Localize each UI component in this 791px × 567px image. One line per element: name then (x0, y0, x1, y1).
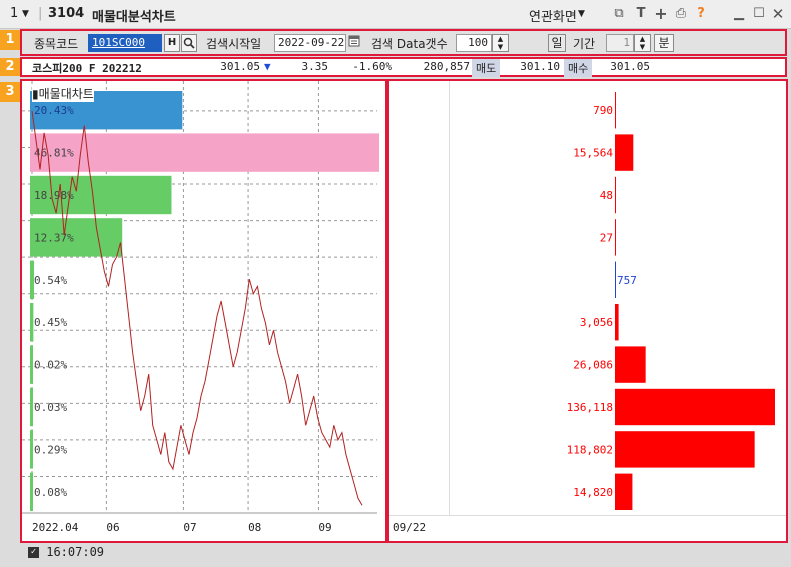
volume-bar-label: 48 (600, 189, 613, 202)
x-axis-labels: 2022.04 06 07 08 09 (32, 521, 332, 534)
print-icon[interactable]: ⎙ (673, 6, 689, 22)
x-tick-label: 08 (248, 521, 261, 534)
ask-label: 매도 (472, 59, 501, 77)
volume-bar-label: 14,820 (573, 486, 613, 499)
bid-label: 매수 (564, 59, 593, 77)
volume-profile-panel: 09/22 790 15,564 48 27 757 3,056 26,086 136,118… (387, 79, 788, 543)
maximize-icon[interactable]: ☐ (751, 6, 767, 22)
volume-bar-label: 15,564 (573, 147, 613, 160)
status-bar: ✓ 16:07:09 (28, 545, 104, 559)
data-count-input[interactable]: 100 (456, 34, 492, 52)
x-tick-label: 2022.04 (32, 521, 79, 534)
section-badge-3: 3 (0, 82, 20, 102)
volume-bar (615, 304, 619, 341)
start-date-input[interactable]: 2022-09-22 (274, 34, 346, 52)
day-button[interactable]: 일 (548, 34, 566, 52)
section-badge-1: 1 (0, 30, 20, 50)
window-index[interactable]: 1 (10, 6, 18, 21)
chevron-down-icon[interactable]: ▼ (578, 9, 585, 19)
band-percent-label: 0.45% (34, 316, 67, 329)
ask-price: 301.10 (520, 60, 560, 73)
code-input[interactable]: 101SC000 (88, 34, 162, 52)
volume-bar (615, 261, 616, 298)
screen-title: 매물대분석차트 (92, 10, 176, 25)
x-tick-label: 09 (318, 521, 331, 534)
bullet-icon: ▮ (32, 87, 39, 101)
instrument-name: 코스피200 F 202212 (32, 62, 142, 75)
minute-button[interactable]: 분 (654, 34, 674, 52)
volume-bar-label: 27 (600, 231, 613, 244)
price-chart-canvas: 20.43% 46.81% 18.98% 12.37% 0.54% 0.45% 0.02% 0… (22, 81, 379, 534)
volume-bar-label: 136,118 (567, 401, 613, 414)
start-date-label: 검색시작일 (206, 37, 262, 51)
screen-code: 3104 (48, 6, 85, 21)
chevron-down-icon[interactable]: ▼ (22, 9, 29, 19)
volume-bar (615, 176, 616, 214)
x-tick-label: 06 (106, 521, 119, 534)
volume-bar (615, 134, 634, 171)
status-time: 16:07:09 (46, 545, 105, 559)
current-price: 301.05 (220, 60, 260, 73)
volume-bar (615, 219, 616, 256)
volume-bar (615, 473, 633, 510)
volume-bar (615, 92, 616, 129)
volume-bar-label: 3,056 (580, 316, 613, 329)
add-icon[interactable]: + (653, 6, 669, 22)
band-percent-label: 0.54% (34, 274, 67, 287)
search-icon[interactable] (181, 34, 197, 52)
volume-band (30, 345, 33, 384)
band-percent-label: 46.81% (34, 147, 74, 160)
history-button[interactable]: H (164, 34, 180, 52)
chart-title-text: 매물대차트 (38, 87, 94, 101)
close-icon[interactable]: ✕ (770, 6, 786, 22)
volume: 280,857 (423, 60, 470, 73)
volume-bands: 20.43% 46.81% 18.98% 12.37% 0.54% 0.45% 0.02% 0… (30, 91, 379, 511)
band-percent-label: 0.02% (34, 359, 67, 372)
band-percent-label: 18.98% (34, 189, 74, 202)
related-screens-menu[interactable]: 연관화면 (529, 6, 577, 25)
chart-title: ▮매물대차트 (32, 85, 94, 102)
volume-bar-label: 757 (617, 274, 637, 287)
band-percent-label: 0.29% (34, 443, 67, 456)
volume-bar (615, 346, 646, 383)
title-divider: | (38, 6, 43, 21)
x-tick-label: 07 (183, 521, 196, 534)
volume-bar-label: 26,086 (573, 359, 613, 372)
volume-bar-label: 790 (593, 104, 613, 117)
title-bar: 1 ▼ | 3104 매물대분석차트 연관화면 ▼ ⧉ T + ⎙ ? ▁ ☐ … (0, 0, 791, 29)
query-panel: 종목코드 101SC000 H 검색시작일 2022-09-22 검색 Data… (20, 29, 787, 56)
volume-profile-canvas: 790 15,564 48 27 757 3,056 26,086 136,118 118,80… (567, 92, 775, 510)
period-label: 기간 (573, 37, 596, 51)
volume-band (30, 303, 34, 342)
volume-bar (615, 431, 755, 468)
band-percent-label: 0.03% (34, 401, 67, 414)
minimize-icon[interactable]: ▁ (731, 6, 747, 22)
volume-band (30, 387, 33, 427)
help-icon[interactable]: ? (693, 6, 709, 22)
band-percent-label: 0.08% (34, 486, 67, 499)
link-window-icon[interactable]: ⧉ (611, 6, 627, 22)
band-percent-label: 20.43% (34, 104, 74, 117)
volume-profile-chart[interactable]: 20.43% 46.81% 18.98% 12.37% 0.54% 0.45% 0.02% 0… (20, 79, 387, 543)
period-input[interactable]: 1 (606, 34, 634, 52)
volume-bar (615, 388, 775, 426)
code-label: 종목코드 (34, 37, 79, 51)
volume-band (30, 430, 33, 469)
text-icon[interactable]: T (633, 6, 649, 22)
period-stepper[interactable]: ▲ ▼ (634, 34, 651, 52)
checkbox-icon[interactable]: ✓ (28, 547, 39, 558)
price-change: 3.35 (301, 60, 329, 73)
band-percent-label: 12.37% (34, 231, 74, 244)
calendar-icon[interactable] (347, 34, 361, 52)
data-count-label: 검색 Data갯수 (371, 37, 448, 51)
volume-band (30, 472, 33, 511)
bid-price: 301.05 (610, 60, 650, 73)
volume-bar-label: 118,802 (567, 443, 613, 456)
data-count-stepper[interactable]: ▲ ▼ (492, 34, 509, 52)
quote-strip: 코스피200 F 202212 301.05 ▼ 3.35 -1.60% 280… (20, 57, 787, 77)
section-badge-2: 2 (0, 58, 20, 76)
change-percent: -1.60% (352, 60, 392, 73)
down-arrow-icon: ▼ (264, 60, 271, 73)
